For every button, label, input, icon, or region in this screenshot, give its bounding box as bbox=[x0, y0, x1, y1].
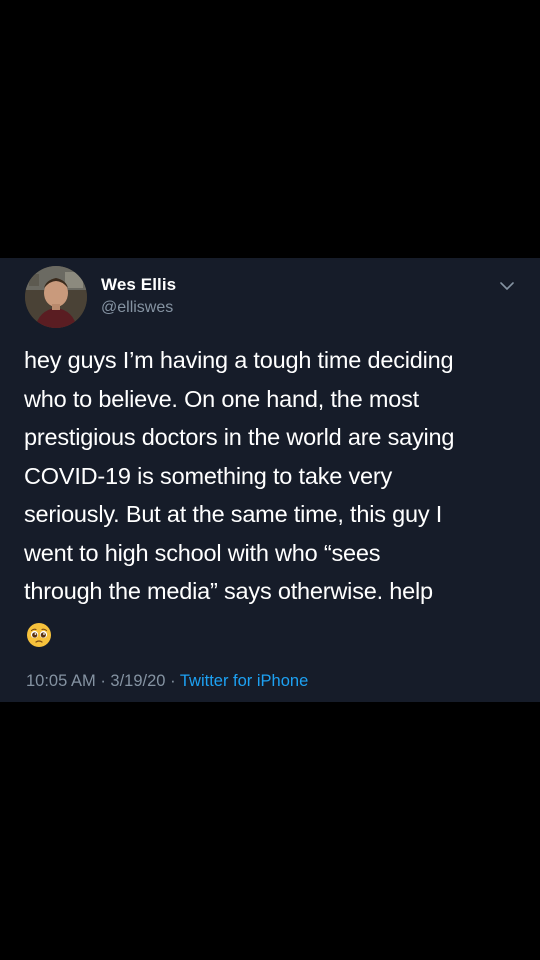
meta-separator: · bbox=[170, 672, 176, 690]
avatar[interactable] bbox=[25, 266, 87, 328]
tweet-line: through the media” says otherwise. help bbox=[24, 578, 433, 604]
tweet-line: prestigious doctors in the world are say… bbox=[24, 424, 455, 450]
user-handle[interactable]: @elliswes bbox=[101, 299, 173, 317]
tweet-line: went to high school with who “sees bbox=[24, 539, 381, 566]
tweet-line: who to believe. On one hand, the most bbox=[24, 385, 419, 412]
user-display-name[interactable]: Wes Ellis bbox=[101, 275, 176, 295]
tweet-line: hey guys I’m having a tough time decidin… bbox=[24, 347, 454, 373]
tweet-line: seriously. But at the same time, this gu… bbox=[24, 501, 443, 527]
chevron-down-icon[interactable] bbox=[497, 278, 517, 294]
avatar-image bbox=[25, 266, 87, 328]
tweet-line: COVID-19 is something to take very bbox=[24, 462, 393, 489]
screen: Wes Ellis @elliswes hey guys I’m having … bbox=[0, 0, 540, 960]
pleading-face-emoji-icon bbox=[27, 623, 51, 647]
tweet-date[interactable]: 3/19/20 bbox=[110, 672, 165, 690]
tweet-time: 10:05 AM bbox=[26, 672, 96, 690]
tweet-meta: 10:05 AM · 3/19/20 · Twitter for iPhone bbox=[26, 672, 308, 691]
tweet-body: hey guys I’m having a tough time decidin… bbox=[24, 341, 524, 611]
meta-separator: · bbox=[100, 672, 106, 690]
tweet-source-link[interactable]: Twitter for iPhone bbox=[180, 672, 308, 690]
tweet-card: Wes Ellis @elliswes hey guys I’m having … bbox=[0, 258, 540, 702]
